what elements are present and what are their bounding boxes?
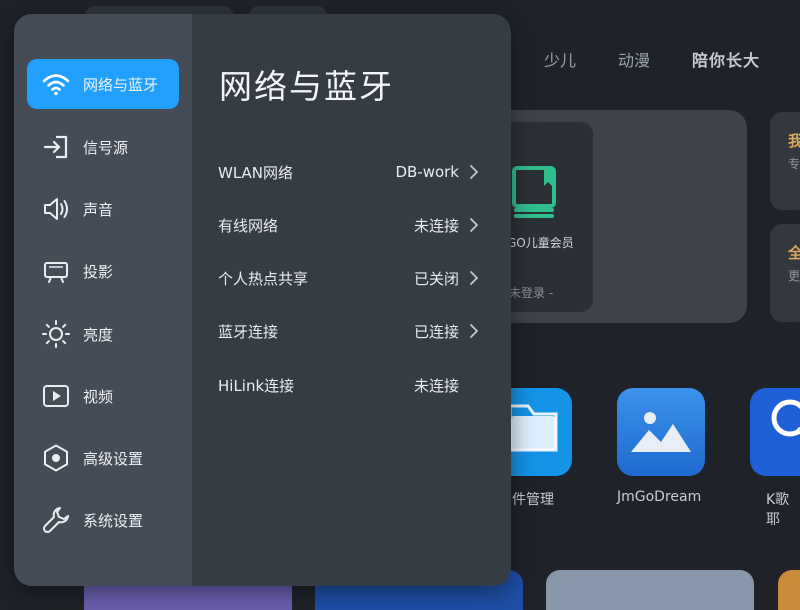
wrench-icon: [42, 507, 69, 534]
settings-panel: 网络与蓝牙 信号源 声音 投影 亮度 视频 高级设置 系统设置 网络与蓝牙 WL…: [14, 14, 511, 586]
setting-row-label: HiLink连接: [218, 376, 295, 395]
nav-tab-growing-up[interactable]: 陪你长大: [692, 47, 760, 71]
setting-row-value: 已关闭: [413, 269, 459, 288]
chevron-right-icon: [470, 271, 478, 285]
sidebar-item-system-settings[interactable]: 系统设置: [27, 495, 179, 545]
advanced-settings-icon: [44, 444, 68, 472]
setting-row-value: 未连接: [413, 216, 459, 235]
chevron-right-icon: [470, 218, 478, 232]
setting-row-value: DB-work: [395, 163, 459, 181]
sidebar-item-label: 投影: [83, 262, 114, 281]
book-icon: [512, 166, 556, 218]
signal-source-icon: [43, 135, 68, 159]
setting-row-label: 蓝牙连接: [218, 322, 279, 341]
side-card-subtitle: 更: [788, 269, 800, 283]
brightness-icon: [42, 320, 70, 348]
settings-sidebar: 网络与蓝牙 信号源 声音 投影 亮度 视频 高级设置 系统设置: [14, 14, 192, 586]
app-karaoke-label: K歌耶: [766, 492, 790, 528]
speaker-icon: [44, 198, 68, 220]
setting-row-label: WLAN网络: [218, 163, 294, 182]
sidebar-item-projection[interactable]: 投影: [27, 246, 179, 296]
vip-label: GO儿童会员: [507, 236, 574, 250]
setting-row-value: 未连接: [413, 376, 459, 395]
wifi-icon: [42, 74, 70, 96]
page-title: 网络与蓝牙: [219, 67, 394, 106]
sidebar-item-label: 视频: [83, 387, 114, 406]
sidebar-item-video[interactable]: 视频: [27, 371, 179, 421]
nav-tab-kids[interactable]: 少儿: [544, 47, 576, 71]
sidebar-item-label: 高级设置: [83, 449, 144, 468]
side-card-subtitle: 专: [788, 157, 800, 171]
setting-row-bluetooth[interactable]: 蓝牙连接 已连接: [218, 316, 483, 346]
sidebar-item-label: 信号源: [83, 138, 129, 157]
microphone-icon: [771, 399, 800, 437]
sidebar-item-signal-source[interactable]: 信号源: [27, 122, 179, 172]
settings-content: 网络与蓝牙 WLAN网络 DB-work 有线网络 未连接 个人热点共享 已关闭…: [192, 14, 511, 586]
app-file-manager-label: 件管理: [512, 492, 554, 508]
side-card-title: 我: [788, 132, 800, 150]
app-karaoke[interactable]: [750, 388, 800, 476]
setting-row-wlan[interactable]: WLAN网络 DB-work: [218, 157, 483, 187]
sidebar-item-label: 网络与蓝牙: [83, 75, 159, 94]
app-jmgodream[interactable]: [617, 388, 705, 476]
login-status: 未登录 -: [509, 286, 554, 300]
sidebar-item-advanced-settings[interactable]: 高级设置: [27, 433, 179, 483]
setting-row-hilink[interactable]: HiLink连接 未连接: [218, 370, 483, 400]
app-jmgodream-label: JmGoDream: [617, 489, 702, 505]
sidebar-item-label: 亮度: [83, 325, 114, 344]
image-icon: [631, 412, 691, 452]
setting-row-label: 有线网络: [218, 216, 279, 235]
video-icon: [43, 385, 69, 407]
sidebar-item-label: 系统设置: [83, 511, 144, 530]
sidebar-item-label: 声音: [83, 200, 114, 219]
sidebar-item-network-bluetooth[interactable]: 网络与蓝牙: [27, 59, 179, 109]
sidebar-item-brightness[interactable]: 亮度: [27, 309, 179, 359]
projector-icon: [44, 262, 68, 283]
setting-row-value: 已连接: [413, 322, 459, 341]
side-card-title: 全: [788, 244, 800, 262]
bottom-tile-3[interactable]: [546, 570, 754, 610]
setting-row-label: 个人热点共享: [218, 269, 309, 288]
setting-row-hotspot[interactable]: 个人热点共享 已关闭: [218, 263, 483, 293]
bottom-tile-4[interactable]: [778, 570, 800, 610]
side-card-1[interactable]: 我 专: [770, 112, 800, 210]
chevron-right-icon: [470, 324, 478, 338]
sidebar-item-sound[interactable]: 声音: [27, 184, 179, 234]
side-card-2[interactable]: 全 更: [770, 224, 800, 322]
nav-tab-anime[interactable]: 动漫: [618, 47, 650, 71]
chevron-right-icon: [470, 165, 478, 179]
setting-row-wired-network[interactable]: 有线网络 未连接: [218, 210, 483, 240]
